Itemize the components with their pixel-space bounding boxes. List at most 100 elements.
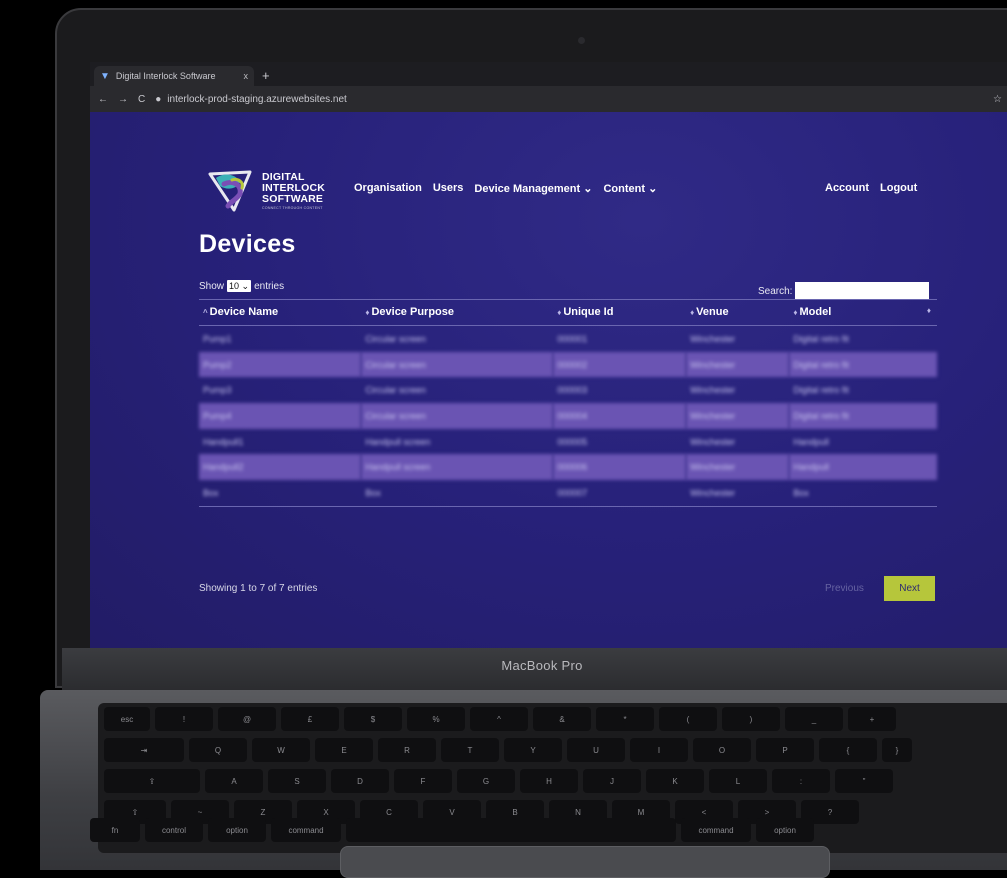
- key: control: [145, 818, 203, 842]
- key: _: [785, 707, 843, 731]
- key: Y: [504, 738, 562, 762]
- nav-account[interactable]: Account: [825, 182, 869, 194]
- table-cell: Circular screen: [361, 351, 554, 378]
- key: command: [271, 818, 341, 842]
- sort-icon: ♦: [793, 308, 798, 317]
- key: Q: [189, 738, 247, 762]
- search-label: Search:: [758, 285, 793, 297]
- table-cell: Winchester: [690, 436, 736, 447]
- screen-bezel-chin: MacBook Pro: [62, 648, 1007, 690]
- table-cell: 000006: [553, 454, 687, 481]
- laptop-screen: ▼ Digital Interlock Software x + ← → C ●…: [90, 62, 1007, 648]
- new-tab-button[interactable]: +: [262, 68, 270, 83]
- table-header-row: ^ Device Name ♦ Device Purpose ♦ Unique Id …: [199, 299, 937, 326]
- key: L: [709, 769, 767, 793]
- table-cell: Box: [199, 480, 362, 507]
- brand-logo[interactable]: DIGITAL INTERLOCK SOFTWARE CONNECT THROU…: [206, 166, 341, 216]
- col-venue[interactable]: ♦ Venue: [686, 299, 790, 326]
- browser-toolbar: ← → C ● interlock-prod-staging.azurewebs…: [90, 86, 1007, 112]
- table-row[interactable]: Box Box 000007 Winchester Box: [199, 480, 937, 507]
- col-label: Model: [799, 306, 832, 318]
- key: I: [630, 738, 688, 762]
- url-text: interlock-prod-staging.azurewebsites.net: [167, 93, 347, 105]
- table-cell: Pump3: [203, 385, 232, 396]
- previous-button[interactable]: Previous: [825, 583, 864, 594]
- key: F: [394, 769, 452, 793]
- table-row[interactable]: Pump1 Circular screen 000001 Winchester Digi…: [199, 326, 937, 352]
- key: K: [646, 769, 704, 793]
- key: esc: [104, 707, 150, 731]
- table-row[interactable]: Pump2 Circular screen 000002 Winchester Digi…: [199, 351, 937, 378]
- bookmark-star-icon[interactable]: ☆: [993, 94, 1002, 105]
- keyboard-row-3: ⇪ A S D F G H J K L : ": [104, 769, 893, 793]
- table-cell: Handpull2: [199, 454, 362, 481]
- close-tab-icon[interactable]: x: [244, 71, 249, 81]
- table-cell: Digital retro fit: [789, 403, 937, 429]
- address-bar[interactable]: ● interlock-prod-staging.azurewebsites.n…: [155, 94, 983, 105]
- reload-icon[interactable]: C: [138, 94, 145, 105]
- nav-content[interactable]: Content ⌄: [603, 182, 657, 195]
- sort-icon: ♦: [365, 308, 370, 317]
- col-model[interactable]: ♦ Model ♦: [789, 299, 937, 326]
- keyboard-row-2: ⇥ Q W E R T Y U I O P { }: [104, 738, 912, 762]
- web-page: DIGITAL INTERLOCK SOFTWARE CONNECT THROU…: [90, 112, 1007, 648]
- table-cell: Handpull screen: [361, 454, 554, 481]
- key: ): [722, 707, 780, 731]
- key: $: [344, 707, 402, 731]
- page-title: Devices: [199, 230, 296, 258]
- table-cell: 000003: [557, 385, 588, 396]
- entries-length-control: Show 10 ⌄ entries: [199, 280, 284, 292]
- next-button[interactable]: Next: [884, 576, 935, 601]
- col-unique-id[interactable]: ♦ Unique Id: [553, 299, 687, 326]
- back-icon[interactable]: ←: [98, 94, 108, 105]
- webcam: [578, 37, 585, 44]
- table-cell: Digital retro fit: [793, 333, 849, 344]
- table-row[interactable]: Handpull2 Handpull screen 000006 Winchester…: [199, 454, 937, 481]
- logo-line3: SOFTWARE: [262, 193, 324, 205]
- show-label: Show: [199, 280, 225, 292]
- col-device-name[interactable]: ^ Device Name: [199, 299, 362, 326]
- table-row[interactable]: Pump3 Circular screen 000003 Winchester Digi…: [199, 377, 937, 403]
- sort-asc-icon: ^: [203, 308, 208, 317]
- table-cell: Pump1: [203, 333, 232, 344]
- key: %: [407, 707, 465, 731]
- lock-icon: ●: [155, 93, 162, 105]
- key: (: [659, 707, 717, 731]
- table-cell: Digital retro fit: [793, 385, 849, 396]
- table-cell: 000005: [557, 436, 588, 447]
- nav-logout[interactable]: Logout: [880, 182, 917, 194]
- keyboard-row-1: esc ! @ £ $ % ^ & * ( ) _ +: [104, 707, 896, 731]
- table-cell: Handpull1: [203, 436, 244, 447]
- forward-icon[interactable]: →: [118, 94, 128, 105]
- table-cell: Digital retro fit: [789, 351, 937, 378]
- table-cell: Handpull: [789, 454, 937, 481]
- sort-icon: ♦: [926, 306, 931, 315]
- table-row[interactable]: Pump4 Circular screen 000004 Winchester Digi…: [199, 403, 937, 429]
- trackpad: [340, 846, 830, 878]
- key: T: [441, 738, 499, 762]
- nav-users[interactable]: Users: [433, 182, 464, 195]
- search-input[interactable]: [795, 282, 930, 300]
- table-cell: 000007: [553, 480, 687, 507]
- col-device-purpose[interactable]: ♦ Device Purpose: [361, 299, 554, 326]
- table-cell: Circular screen: [365, 385, 426, 396]
- table-row[interactable]: Handpull1 Handpull screen 000005 Winchester…: [199, 429, 937, 455]
- table-cell: Winchester: [686, 403, 790, 429]
- key: option: [756, 818, 814, 842]
- nav-device-management[interactable]: Device Management ⌄: [474, 182, 592, 195]
- key: {: [819, 738, 877, 762]
- table-cell: Pump4: [199, 403, 362, 429]
- key: J: [583, 769, 641, 793]
- nav-organisation[interactable]: Organisation: [354, 182, 422, 195]
- key: £: [281, 707, 339, 731]
- table-cell: Winchester: [690, 385, 736, 396]
- browser-tab[interactable]: ▼ Digital Interlock Software x: [94, 66, 254, 86]
- entries-label: entries: [254, 280, 285, 292]
- key: }: [882, 738, 912, 762]
- entries-select[interactable]: 10 ⌄: [227, 280, 252, 292]
- col-label: Unique Id: [563, 306, 614, 318]
- key: &: [533, 707, 591, 731]
- key: *: [596, 707, 654, 731]
- table-cell: Box: [361, 480, 554, 507]
- key: S: [268, 769, 326, 793]
